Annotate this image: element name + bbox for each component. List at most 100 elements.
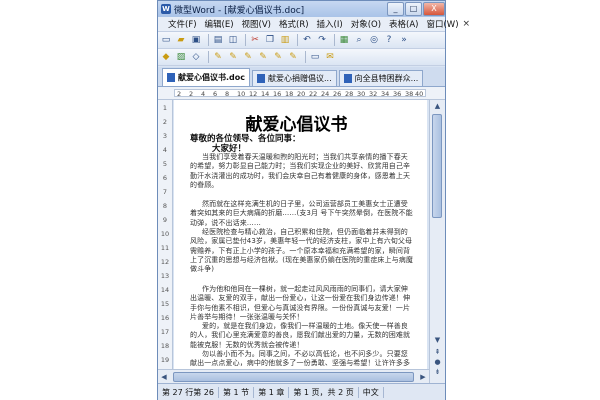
comment-icon[interactable]: ✉ xyxy=(324,51,336,63)
close-button[interactable]: X xyxy=(423,2,445,16)
menu-view[interactable]: 视图(V) xyxy=(238,18,275,30)
standard-toolbar: ▭ ▰ ▣ ▤ ◫ ✂ ❐ ▥ ↶ ↷ ▦ ⌕ ◎ ? » xyxy=(158,32,445,49)
scroll-right-icon[interactable]: ▶ xyxy=(417,373,429,381)
copy-icon[interactable]: ❐ xyxy=(264,34,276,46)
toolbar-separator xyxy=(334,34,335,46)
shapes-icon[interactable]: ◇ xyxy=(190,51,202,63)
paste-icon[interactable]: ▥ xyxy=(279,34,291,46)
ruler-number: 6 xyxy=(213,90,218,98)
format-toolbar: ◆ ▨ ◇ ✎ ✎ ✎ ✎ ✎ ✎ ▭ ✉ xyxy=(158,49,445,66)
print-icon[interactable]: ▤ xyxy=(212,34,224,46)
document-paragraph: 经医院检查与精心救治，自己积累和住院，但仍面临着并未得到的风险，家属已垫付43岁… xyxy=(190,228,413,274)
chevron-more-icon[interactable]: » xyxy=(398,34,410,46)
toolbar-separator xyxy=(297,34,298,46)
toolbar-separator xyxy=(305,51,306,63)
zoom-icon[interactable]: ◎ xyxy=(368,34,380,46)
menu-format[interactable]: 格式(R) xyxy=(275,18,313,30)
ruler-number: 36 xyxy=(393,90,402,98)
pen-icon[interactable]: ✎ xyxy=(227,51,239,63)
scroll-thumb[interactable] xyxy=(432,114,442,218)
tab-label: 献爱心捐赠倡议... xyxy=(268,74,332,83)
scroll-down-icon[interactable]: ▼ xyxy=(430,336,445,347)
undo-icon[interactable]: ↶ xyxy=(301,34,313,46)
page-down-icon[interactable]: ⇟ xyxy=(430,368,445,379)
menu-bar: 文件(F) 编辑(E) 视图(V) 格式(R) 插入(I) 对象(O) 表格(A… xyxy=(158,17,470,32)
toolbar-separator xyxy=(245,34,246,46)
status-line-column: 第 27 行第 26 xyxy=(158,386,219,398)
document-paragraph: 爱的，就是在我们身边，像我们一样温暖的土地。像天使一样善良的人，我们心里充满爱意… xyxy=(190,322,411,349)
document-tabs: 献爱心倡议书.doc 献爱心捐赠倡议... 向全县特困群众... xyxy=(158,67,445,87)
toolbar-separator xyxy=(208,34,209,46)
marker-icon[interactable]: ✎ xyxy=(257,51,269,63)
text-box-icon[interactable]: ▭ xyxy=(309,51,321,63)
ruler-number: 38 xyxy=(405,90,414,98)
help-icon[interactable]: ? xyxy=(383,34,395,46)
print-preview-icon[interactable]: ◫ xyxy=(227,34,239,46)
ruler-number: 40 xyxy=(415,90,424,98)
ruler-number: 2 xyxy=(189,90,194,98)
line-number: 7 xyxy=(162,188,168,196)
tab-document-1[interactable]: 献爱心倡议书.doc xyxy=(162,68,251,86)
save-icon[interactable]: ▣ xyxy=(190,34,202,46)
line-number: 2 xyxy=(162,118,168,126)
status-page: 第 1 页，共 2 页 xyxy=(289,386,359,398)
status-bar: 第 27 行第 26 第 1 节 第 1 章 第 1 页，共 2 页 中文 xyxy=(158,383,445,400)
scroll-left-icon[interactable]: ◀ xyxy=(158,373,170,381)
insert-table-icon[interactable]: ▦ xyxy=(338,34,350,46)
menu-insert[interactable]: 插入(I) xyxy=(313,18,347,30)
line-number: 15 xyxy=(160,300,170,308)
line-number: 11 xyxy=(160,244,170,252)
menu-object[interactable]: 对象(O) xyxy=(347,18,385,30)
toolbar-separator xyxy=(208,51,209,63)
status-section: 第 1 节 xyxy=(219,386,255,398)
minimize-button[interactable]: _ xyxy=(387,2,404,16)
word-doc-icon xyxy=(257,74,266,83)
ruler-number: 12 xyxy=(249,90,258,98)
brush-icon[interactable]: ✎ xyxy=(272,51,284,63)
ruler-number: 14 xyxy=(261,90,270,98)
open-folder-icon[interactable]: ▰ xyxy=(175,34,187,46)
cut-icon[interactable]: ✂ xyxy=(249,34,261,46)
tab-document-2[interactable]: 献爱心捐赠倡议... xyxy=(252,70,337,86)
line-number: 1 xyxy=(162,104,168,112)
ruler-number: 4 xyxy=(201,90,206,98)
ruler-number: 24 xyxy=(321,90,330,98)
line-number: 18 xyxy=(160,342,170,350)
style-icon[interactable]: ◆ xyxy=(160,51,172,63)
line-number: 12 xyxy=(160,258,170,266)
maximize-button[interactable]: □ xyxy=(405,2,422,16)
new-document-icon[interactable]: ▭ xyxy=(160,34,172,46)
line-number: 16 xyxy=(160,314,170,322)
ruler-number: 16 xyxy=(273,90,282,98)
tab-document-3[interactable]: 向全县特困群众... xyxy=(338,70,424,86)
eraser-icon[interactable]: ✎ xyxy=(287,51,299,63)
menu-table[interactable]: 表格(A) xyxy=(385,18,422,30)
ruler-number: 34 xyxy=(381,90,390,98)
horizontal-scrollbar[interactable]: ◀ ▶ xyxy=(158,369,429,383)
ruler-number: 32 xyxy=(369,90,378,98)
document-page[interactable]: 献爱心倡议书 尊敬的各位领导、各位同事： 大家好！ 当我们享受着春天温暖和煦的阳… xyxy=(174,100,427,383)
ruler-number: 10 xyxy=(237,90,246,98)
vertical-scrollbar[interactable]: ▲ ▼ ⇞ ● ⇟ xyxy=(429,100,445,383)
redo-icon[interactable]: ↷ xyxy=(316,34,328,46)
highlight-icon[interactable]: ✎ xyxy=(212,51,224,63)
ruler-number: 2 xyxy=(177,90,182,98)
pen-alt-icon[interactable]: ✎ xyxy=(242,51,254,63)
horizontal-scroll-thumb[interactable] xyxy=(173,371,414,382)
line-number: 6 xyxy=(162,174,168,182)
tab-label: 献爱心倡议书.doc xyxy=(178,73,246,82)
vertical-ruler: 1 2 3 4 5 6 7 8 9 10 11 12 13 14 15 16 1… xyxy=(158,100,173,383)
image-icon[interactable]: ▨ xyxy=(175,51,187,63)
menu-file[interactable]: 文件(F) xyxy=(164,18,201,30)
menu-edit[interactable]: 编辑(E) xyxy=(201,18,238,30)
menu-window[interactable]: 窗口(W) xyxy=(422,18,462,30)
title-bar[interactable]: W 微型Word - [献爱心倡议书.doc] _ □ X xyxy=(158,1,445,17)
line-number: 13 xyxy=(160,272,170,280)
scroll-up-icon[interactable]: ▲ xyxy=(430,100,445,112)
tab-label: 向全县特困群众... xyxy=(354,74,419,83)
ruler-number: 18 xyxy=(285,90,294,98)
horizontal-ruler[interactable]: 2 2 4 6 8 10 12 14 16 18 20 22 24 26 28 … xyxy=(158,87,445,100)
status-chapter: 第 1 章 xyxy=(254,386,290,398)
menu-close-icon[interactable]: × xyxy=(463,19,471,29)
find-icon[interactable]: ⌕ xyxy=(353,34,365,46)
